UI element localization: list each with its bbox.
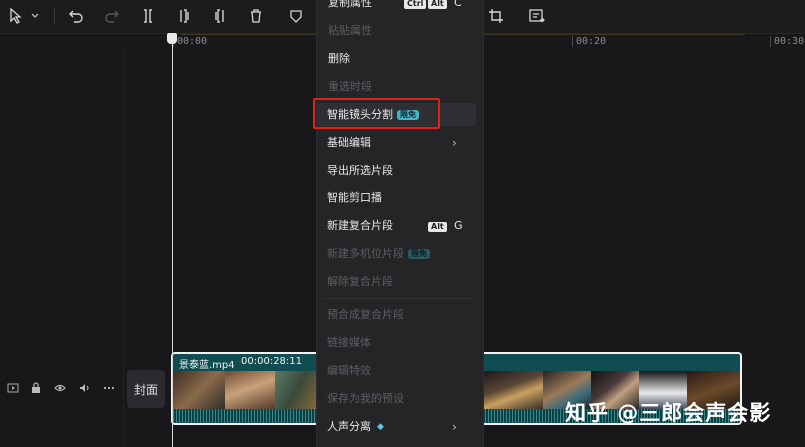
menu-item-label: 导出所选片段 xyxy=(327,164,393,177)
select-arrow-icon[interactable] xyxy=(6,6,26,26)
menu-item-vocal-separation[interactable]: 人声分离 ◆ xyxy=(327,420,384,434)
submenu-arrow-icon: › xyxy=(452,136,457,150)
ruler-tick-label: 00:30 xyxy=(770,36,804,47)
menu-item-ungroup-compound[interactable]: 解除复合片段 xyxy=(327,275,393,289)
menu-item-basic-edit[interactable]: 基础编辑 xyxy=(327,136,371,150)
highlight-annotation-box xyxy=(313,98,440,129)
menu-item-export-selected[interactable]: 导出所选片段 xyxy=(327,164,393,178)
redo-icon[interactable] xyxy=(102,6,122,26)
menu-item-label: 智能剪口播 xyxy=(327,191,382,204)
lock-icon[interactable] xyxy=(29,381,43,395)
diamond-icon: ◆ xyxy=(377,422,384,432)
menu-item-new-compound-clip[interactable]: 新建复合片段 xyxy=(327,219,393,233)
clip-thumbnail xyxy=(483,371,543,411)
shortcut-letter: G xyxy=(454,219,463,232)
split-icon[interactable] xyxy=(138,6,158,26)
split-left-icon[interactable] xyxy=(174,6,194,26)
menu-item-new-multicam-clip[interactable]: 新建多机位片段 限免 xyxy=(327,247,430,261)
menu-item-link-media[interactable]: 链接媒体 xyxy=(327,336,371,350)
volume-icon[interactable] xyxy=(78,381,92,395)
toolbar-divider xyxy=(54,8,55,24)
menu-item-label: 人声分离 xyxy=(327,420,371,433)
timeline-ruler[interactable]: 00:00 00:20 00:30 xyxy=(173,33,805,49)
track-preview-icon[interactable] xyxy=(6,381,20,395)
watermark: 知乎 @三郎会声会影 xyxy=(565,401,772,425)
menu-item-label: 解除复合片段 xyxy=(327,275,393,288)
shield-icon[interactable] xyxy=(286,6,306,26)
crop-icon[interactable] xyxy=(486,6,506,26)
clip-name: 景泰蓝.mp4 xyxy=(179,360,235,371)
clip-duration: 00:00:28:11 xyxy=(241,356,303,367)
dropdown-chevron-icon[interactable] xyxy=(28,6,42,26)
playhead-handle[interactable] xyxy=(167,33,177,44)
menu-item-edit-effects[interactable]: 编辑特效 xyxy=(327,364,371,378)
eye-icon[interactable] xyxy=(53,381,67,395)
menu-item-smart-talk-cut[interactable]: 智能剪口播 xyxy=(327,191,382,205)
clip-thumbnail xyxy=(275,371,317,411)
free-badge: 限免 xyxy=(408,249,430,259)
delete-icon[interactable] xyxy=(246,6,266,26)
export-frame-icon[interactable] xyxy=(527,6,547,26)
track-header-divider xyxy=(123,49,124,447)
clip-thumbnail xyxy=(225,371,275,411)
cover-button[interactable]: 封面 xyxy=(127,370,165,408)
menu-item-save-preset[interactable]: 保存为我的预设 xyxy=(327,392,404,406)
menu-item-precompose-compound[interactable]: 预合成复合片段 xyxy=(327,308,404,322)
split-right-icon[interactable] xyxy=(210,6,230,26)
menu-item-label: 基础编辑 xyxy=(327,136,371,149)
clip-thumbnail xyxy=(173,371,225,411)
menu-item-label: 新建多机位片段 xyxy=(327,247,404,260)
menu-item-label: 预合成复合片段 xyxy=(327,308,404,321)
context-menu-items: 智能镜头分割 限免 基础编辑 导出所选片段 智能剪口播 新建复合片段 Alt G … xyxy=(316,0,482,447)
ruler-tick-label: 00:00 xyxy=(173,36,207,47)
menu-item-label: 新建复合片段 xyxy=(327,219,393,232)
menu-separator xyxy=(324,298,474,299)
submenu-arrow-icon: › xyxy=(452,420,457,434)
menu-item-label: 编辑特效 xyxy=(327,364,371,377)
shortcut-key: Alt xyxy=(428,222,447,232)
ruler-tick-label: 00:20 xyxy=(572,36,606,47)
undo-icon[interactable] xyxy=(66,6,86,26)
more-options-icon[interactable] xyxy=(102,381,116,395)
playhead[interactable] xyxy=(172,40,173,447)
menu-item-label: 链接媒体 xyxy=(327,336,371,349)
menu-item-label: 保存为我的预设 xyxy=(327,392,404,405)
